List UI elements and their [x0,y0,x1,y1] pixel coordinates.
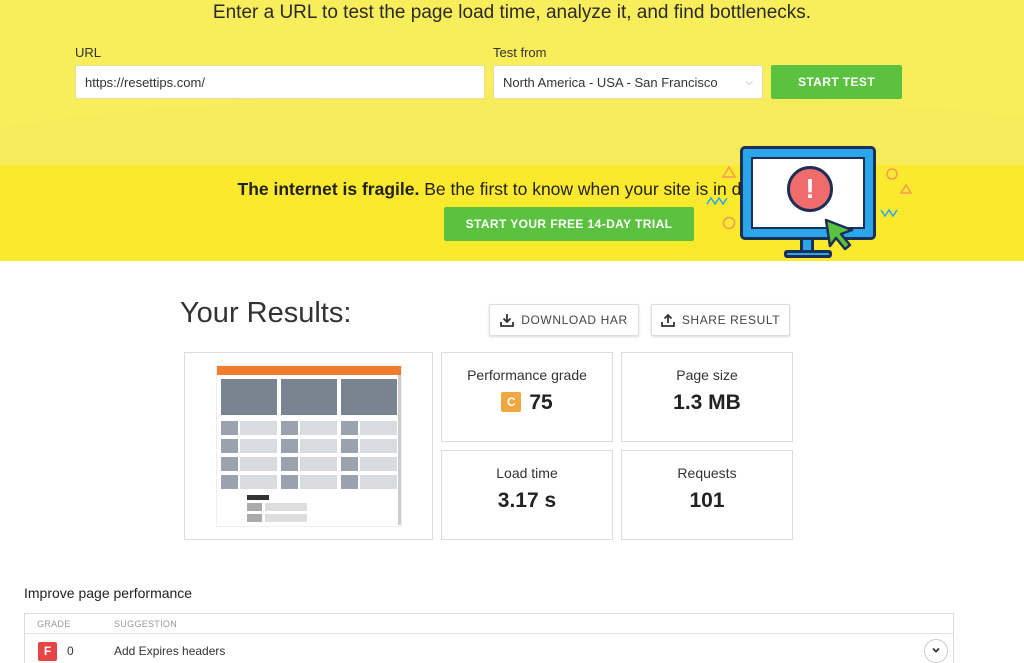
thumbnail-section-heading [247,495,269,500]
grade-badge: F [38,642,57,661]
thumbnail-header [217,366,401,375]
performance-grade-label: Performance grade [467,367,587,383]
circle-decoration-icon [722,216,736,230]
thumbnail-featured-images [217,375,401,419]
test-location-value: North America - USA - San Francisco [503,74,718,90]
requests-card: Requests 101 [621,450,793,540]
banner-text: The internet is fragile. Be the first to… [0,179,790,200]
performance-grade-card: Performance grade C 75 [441,352,613,442]
requests-value: 101 [689,489,725,512]
table-row[interactable]: F 0 Add Expires headers [25,634,953,663]
banner-bold-text: The internet is fragile. [237,179,420,199]
triangle-decoration-icon [900,184,912,194]
improve-section-title: Improve page performance [24,585,193,601]
page-screenshot-thumbnail [216,365,402,527]
banner-body-text: Be the first to know when your site is i… [419,179,790,199]
grade-badge: C [501,392,522,412]
thumbnail-list-item [247,514,307,522]
download-har-label: DOWNLOAD HAR [521,313,628,327]
thumbnail-post-row [217,419,401,437]
load-time-value: 3.17 s [497,489,557,512]
page-size-value: 1.3 MB [673,391,741,414]
share-result-label: SHARE RESULT [681,313,781,327]
cursor-icon [824,218,854,251]
zigzag-decoration-icon [880,208,898,218]
page-screenshot-card [184,352,433,540]
page-size-label: Page size [676,367,738,383]
thumbnail-scrollbar [398,375,401,525]
column-header-suggestion: SUGGESTION [114,619,178,629]
share-result-button[interactable]: SHARE RESULT [651,304,790,336]
thumbnail-post-row [217,473,401,491]
grade-score: 0 [67,644,74,658]
thumbnail-post-row [217,455,401,473]
download-har-button[interactable]: DOWNLOAD HAR [489,304,639,336]
start-test-button[interactable]: START TEST [771,65,902,99]
results-title: Your Results: [180,297,352,329]
free-trial-button[interactable]: START YOUR FREE 14-DAY TRIAL [444,207,694,241]
thumbnail-post-row [217,437,401,455]
url-input[interactable] [75,65,485,99]
test-from-label: Test from [493,45,547,60]
chevron-down-icon: ⌵ [745,76,753,88]
requests-label: Requests [677,465,737,481]
performance-grade-score: 75 [529,391,553,414]
thumbnail-list-item [247,503,307,511]
suggestions-table: GRADE SUGGESTION F 0 Add Expires headers [24,613,954,663]
zigzag-decoration-icon [706,196,728,206]
alert-icon: ! [787,166,833,212]
expand-row-button[interactable] [924,639,948,663]
load-time-card: Load time 3.17 s [441,450,613,540]
url-label: URL [75,45,102,60]
column-header-grade: GRADE [37,619,71,629]
suggestion-text: Add Expires headers [114,644,226,658]
chevron-down-icon [932,648,940,654]
table-header: GRADE SUGGESTION [25,614,953,634]
circle-decoration-icon [886,168,898,180]
load-time-label: Load time [496,465,558,481]
test-location-select[interactable]: North America - USA - San Francisco ⌵ [493,65,763,99]
page-size-card: Page size 1.3 MB [621,352,793,442]
performance-grade-value: C 75 [442,391,612,415]
download-icon [500,314,515,327]
share-icon [660,313,675,327]
triangle-decoration-icon [722,166,736,178]
hero-headline: Enter a URL to test the page load time, … [212,2,812,23]
